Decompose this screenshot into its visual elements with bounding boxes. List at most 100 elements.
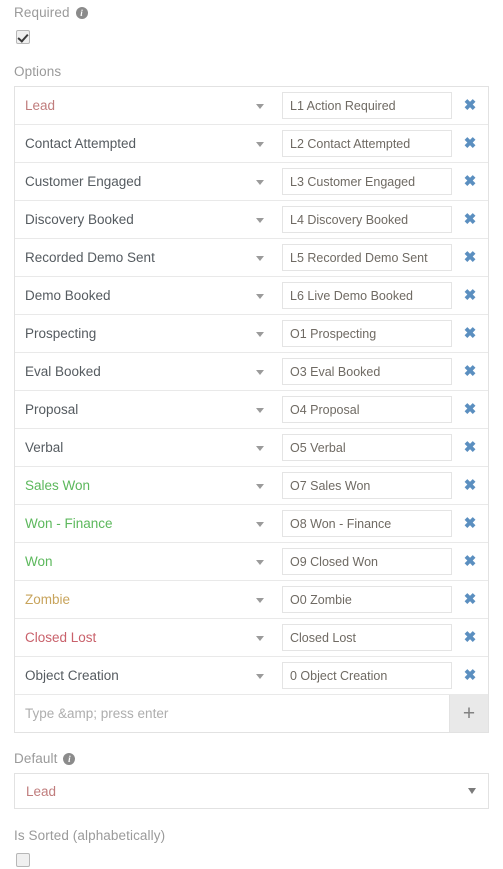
close-x-icon: ✖ xyxy=(463,401,477,418)
info-icon[interactable]: i xyxy=(75,7,88,19)
option-select[interactable]: Eval Booked xyxy=(15,353,276,390)
required-checkbox[interactable] xyxy=(16,29,30,44)
option-value-input[interactable] xyxy=(282,510,452,537)
option-label: Contact Attempted xyxy=(25,136,137,151)
delete-option-button[interactable]: ✖ xyxy=(452,353,488,390)
delete-option-button[interactable]: ✖ xyxy=(452,125,488,162)
chevron-down-icon xyxy=(256,103,264,109)
option-value-input[interactable] xyxy=(282,92,452,119)
option-select[interactable]: Object Creation xyxy=(15,657,276,694)
option-value-input[interactable] xyxy=(282,168,452,195)
is-sorted-label-group: Is Sorted (alphabetically) xyxy=(14,828,489,844)
option-select[interactable]: Recorded Demo Sent xyxy=(15,239,276,276)
chevron-down-icon xyxy=(256,521,264,527)
option-select[interactable]: Customer Engaged xyxy=(15,163,276,200)
option-value-cell xyxy=(276,239,452,276)
option-value-input[interactable] xyxy=(282,548,452,575)
delete-option-button[interactable]: ✖ xyxy=(452,581,488,618)
option-value-input[interactable] xyxy=(282,434,452,461)
delete-option-button[interactable]: ✖ xyxy=(452,505,488,542)
option-select[interactable]: Closed Lost xyxy=(15,619,276,656)
option-label: Demo Booked xyxy=(25,288,111,303)
option-row: Won - Finance ✖ xyxy=(15,505,488,543)
delete-option-button[interactable]: ✖ xyxy=(452,619,488,656)
delete-option-button[interactable]: ✖ xyxy=(452,201,488,238)
option-value-cell xyxy=(276,581,452,618)
option-value-cell xyxy=(276,163,452,200)
chevron-down-icon xyxy=(256,635,264,641)
option-select[interactable]: Sales Won xyxy=(15,467,276,504)
option-value-input[interactable] xyxy=(282,586,452,613)
option-select[interactable]: Verbal xyxy=(15,429,276,466)
default-label-group: Default i xyxy=(14,751,489,767)
option-value-input[interactable] xyxy=(282,472,452,499)
default-label: Default xyxy=(14,751,58,766)
option-select[interactable]: Zombie xyxy=(15,581,276,618)
option-value-input[interactable] xyxy=(282,320,452,347)
option-select[interactable]: Proposal xyxy=(15,391,276,428)
option-label: Discovery Booked xyxy=(25,212,134,227)
option-select[interactable]: Demo Booked xyxy=(15,277,276,314)
chevron-down-icon xyxy=(256,407,264,413)
close-x-icon: ✖ xyxy=(463,629,477,646)
option-label: Lead xyxy=(25,98,56,113)
close-x-icon: ✖ xyxy=(463,249,477,266)
option-value-input[interactable] xyxy=(282,206,452,233)
close-x-icon: ✖ xyxy=(463,97,477,114)
option-label: Recorded Demo Sent xyxy=(25,250,155,265)
option-row: Won ✖ xyxy=(15,543,488,581)
option-select[interactable]: Won xyxy=(15,543,276,580)
option-value-input[interactable] xyxy=(282,282,452,309)
add-option-button[interactable]: + xyxy=(449,695,488,732)
chevron-down-icon xyxy=(256,597,264,603)
option-select[interactable]: Lead xyxy=(15,87,276,124)
option-label: Object Creation xyxy=(25,668,119,683)
option-value-input[interactable] xyxy=(282,396,452,423)
option-select[interactable]: Prospecting xyxy=(15,315,276,352)
delete-option-button[interactable]: ✖ xyxy=(452,239,488,276)
required-checkbox-wrap xyxy=(16,28,489,46)
option-value-input[interactable] xyxy=(282,624,452,651)
option-value-input[interactable] xyxy=(282,662,452,689)
delete-option-button[interactable]: ✖ xyxy=(452,315,488,352)
option-row: Lead ✖ xyxy=(15,87,488,125)
delete-option-button[interactable]: ✖ xyxy=(452,163,488,200)
delete-option-button[interactable]: ✖ xyxy=(452,429,488,466)
option-row: Contact Attempted ✖ xyxy=(15,125,488,163)
is-sorted-label: Is Sorted (alphabetically) xyxy=(14,828,166,843)
delete-option-button[interactable]: ✖ xyxy=(452,543,488,580)
info-icon[interactable]: i xyxy=(63,753,76,765)
delete-option-button[interactable]: ✖ xyxy=(452,87,488,124)
close-x-icon: ✖ xyxy=(463,591,477,608)
close-x-icon: ✖ xyxy=(463,363,477,380)
option-value-cell xyxy=(276,467,452,504)
option-value-input[interactable] xyxy=(282,358,452,385)
option-select[interactable]: Discovery Booked xyxy=(15,201,276,238)
is-sorted-checkbox[interactable] xyxy=(16,852,30,867)
option-select[interactable]: Won - Finance xyxy=(15,505,276,542)
delete-option-button[interactable]: ✖ xyxy=(452,277,488,314)
option-value-input[interactable] xyxy=(282,130,452,157)
option-value-cell xyxy=(276,619,452,656)
chevron-down-icon xyxy=(468,788,476,794)
delete-option-button[interactable]: ✖ xyxy=(452,657,488,694)
option-select[interactable]: Contact Attempted xyxy=(15,125,276,162)
option-row: Customer Engaged ✖ xyxy=(15,163,488,201)
default-select[interactable]: Lead xyxy=(14,773,489,809)
new-option-input[interactable] xyxy=(15,695,449,732)
option-row: Verbal ✖ xyxy=(15,429,488,467)
chevron-down-icon xyxy=(256,559,264,565)
close-x-icon: ✖ xyxy=(463,173,477,190)
delete-option-button[interactable]: ✖ xyxy=(452,467,488,504)
is-sorted-checkbox-wrap xyxy=(16,851,489,869)
chevron-down-icon xyxy=(256,369,264,375)
option-value-cell xyxy=(276,429,452,466)
option-value-cell xyxy=(276,657,452,694)
option-label: Prospecting xyxy=(25,326,97,341)
delete-option-button[interactable]: ✖ xyxy=(452,391,488,428)
chevron-down-icon xyxy=(256,673,264,679)
required-label: Required xyxy=(14,5,70,20)
option-value-input[interactable] xyxy=(282,244,452,271)
chevron-down-icon xyxy=(256,483,264,489)
option-row: Discovery Booked ✖ xyxy=(15,201,488,239)
